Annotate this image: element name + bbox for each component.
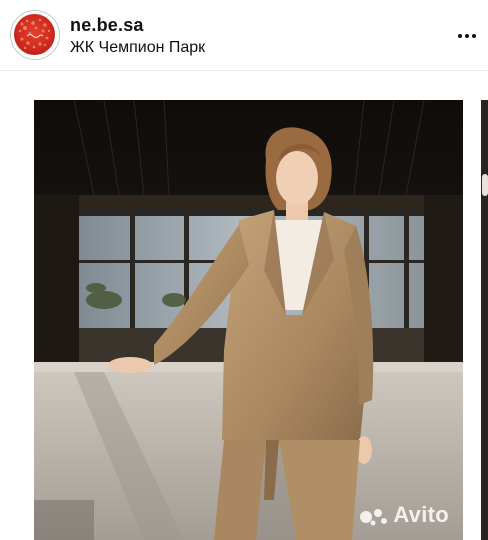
brand-logo-avatar: [14, 14, 55, 55]
avito-dots-icon: [360, 509, 388, 526]
avito-watermark: Avito: [359, 502, 449, 528]
location-tag[interactable]: ЖК Чемпион Парк: [70, 39, 205, 57]
dot: [465, 34, 469, 38]
avatar[interactable]: [10, 10, 60, 60]
dot: [458, 34, 462, 38]
watermark-text: Avito: [393, 502, 449, 527]
post-header: ne.be.sa ЖК Чемпион Парк: [0, 0, 488, 70]
dot: [472, 34, 476, 38]
username[interactable]: ne.be.sa: [70, 15, 144, 36]
more-dots-icon[interactable]: [452, 26, 482, 46]
post-photo[interactable]: Avito: [34, 100, 463, 540]
next-photo-preview[interactable]: [481, 100, 488, 540]
photo-illustration: [34, 100, 463, 540]
